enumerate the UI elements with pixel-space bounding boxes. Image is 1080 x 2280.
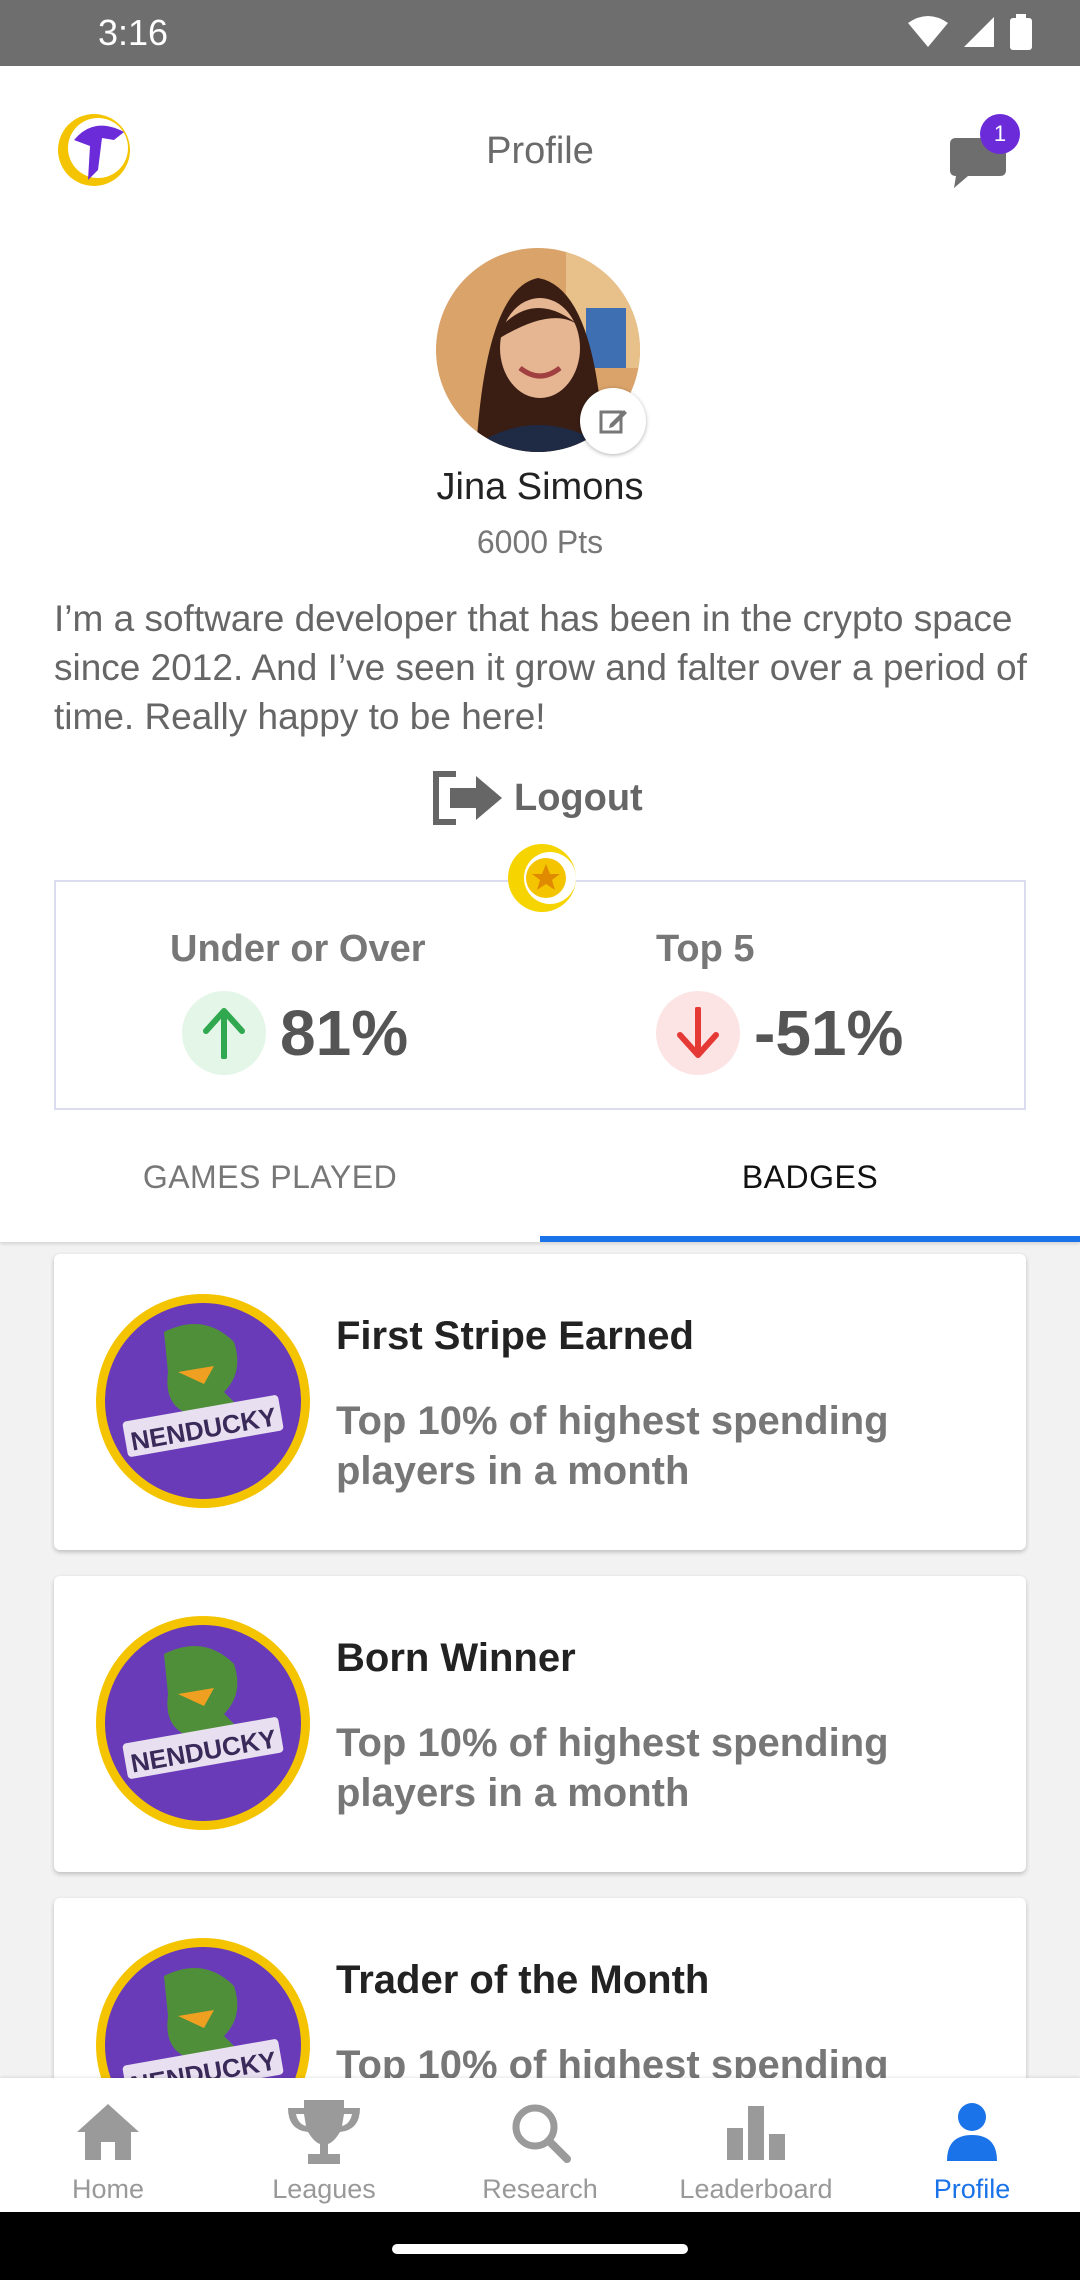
nav-label: Profile (933, 2174, 1011, 2204)
badge-duck-image: NENDUCKY (96, 1294, 310, 1508)
home-gesture-handle[interactable] (392, 2244, 688, 2254)
stat-top-5: Top 5 -51% (656, 928, 903, 1075)
arrow-up-icon (182, 991, 266, 1075)
bottom-nav: Home Leagues Research Leaderboard Profil… (0, 2078, 1080, 2212)
profile-bio: I’m a software developer that has been i… (54, 598, 1027, 737)
logout-icon (433, 771, 502, 825)
battery-icon (1010, 14, 1032, 50)
badge-card[interactable]: NENDUCKY Born Winner Top 10% of highest … (54, 1576, 1026, 1872)
stat-under-or-over: Under or Over 81% (170, 928, 426, 1075)
badge-title: First Stripe Earned (336, 1314, 694, 1358)
badge-description: Top 10% of highest spending players in a… (336, 1399, 889, 1493)
bar-chart-icon (727, 2106, 785, 2160)
arrow-down-icon (656, 991, 740, 1075)
nav-profile[interactable]: Profile (864, 2078, 1080, 2212)
tab-games-played[interactable]: GAMES PLAYED (0, 1130, 540, 1242)
wifi-icon (908, 16, 948, 47)
status-icons (908, 14, 1032, 50)
profile-name: Jina Simons (436, 466, 644, 508)
badge-title: Born Winner (336, 1636, 576, 1680)
edit-avatar-button[interactable] (580, 388, 646, 454)
system-gesture-bar (0, 2212, 1080, 2280)
person-icon (947, 2103, 997, 2161)
status-time: 3:16 (98, 12, 169, 53)
nav-label: Home (71, 2174, 145, 2204)
nav-research[interactable]: Research (432, 2078, 648, 2212)
trophy-icon (288, 2100, 360, 2164)
badge-duck-image: NENDUCKY (96, 1938, 310, 2078)
logout-button[interactable]: Logout (432, 770, 643, 826)
notification-badge: 1 (980, 114, 1020, 154)
stat-value: 81% (280, 997, 409, 1069)
nav-leaderboard[interactable]: Leaderboard (648, 2078, 864, 2212)
signal-icon (964, 17, 994, 47)
stat-value: -51% (754, 997, 904, 1069)
nav-label: Research (482, 2174, 598, 2204)
badge-card[interactable]: NENDUCKY First Stripe Earned Top 10% of … (54, 1254, 1026, 1550)
stat-label: Under or Over (170, 928, 426, 970)
status-bar: 3:16 (0, 0, 1080, 66)
nav-home[interactable]: Home (0, 2078, 216, 2212)
search-icon (512, 2104, 571, 2163)
app-header: Profile 1 (0, 66, 1080, 246)
page-title: Profile (486, 130, 594, 172)
badge-title: Trader of the Month (336, 1958, 710, 2002)
edit-icon (599, 410, 627, 434)
badge-description: Top 10% of highest spending players in a… (336, 2043, 889, 2078)
profile-points: 6000 Pts (476, 524, 604, 560)
badge-card[interactable]: NENDUCKY Trader of the Month Top 10% of … (54, 1898, 1026, 2078)
badge-list[interactable]: NENDUCKY First Stripe Earned Top 10% of … (0, 1242, 1080, 2078)
nav-leagues[interactable]: Leagues (216, 2078, 432, 2212)
tab-bar: GAMES PLAYED BADGES (0, 1130, 1080, 1242)
home-icon (77, 2104, 139, 2160)
tab-badges[interactable]: BADGES (540, 1130, 1080, 1242)
logout-label: Logout (514, 776, 643, 819)
badge-duck-image: NENDUCKY (96, 1616, 310, 1830)
stat-label: Top 5 (656, 928, 755, 970)
badge-description: Top 10% of highest spending players in a… (336, 1721, 889, 1815)
nav-label: Leagues (272, 2174, 376, 2204)
coin-icon (508, 844, 576, 912)
nav-label: Leaderboard (679, 2174, 833, 2204)
